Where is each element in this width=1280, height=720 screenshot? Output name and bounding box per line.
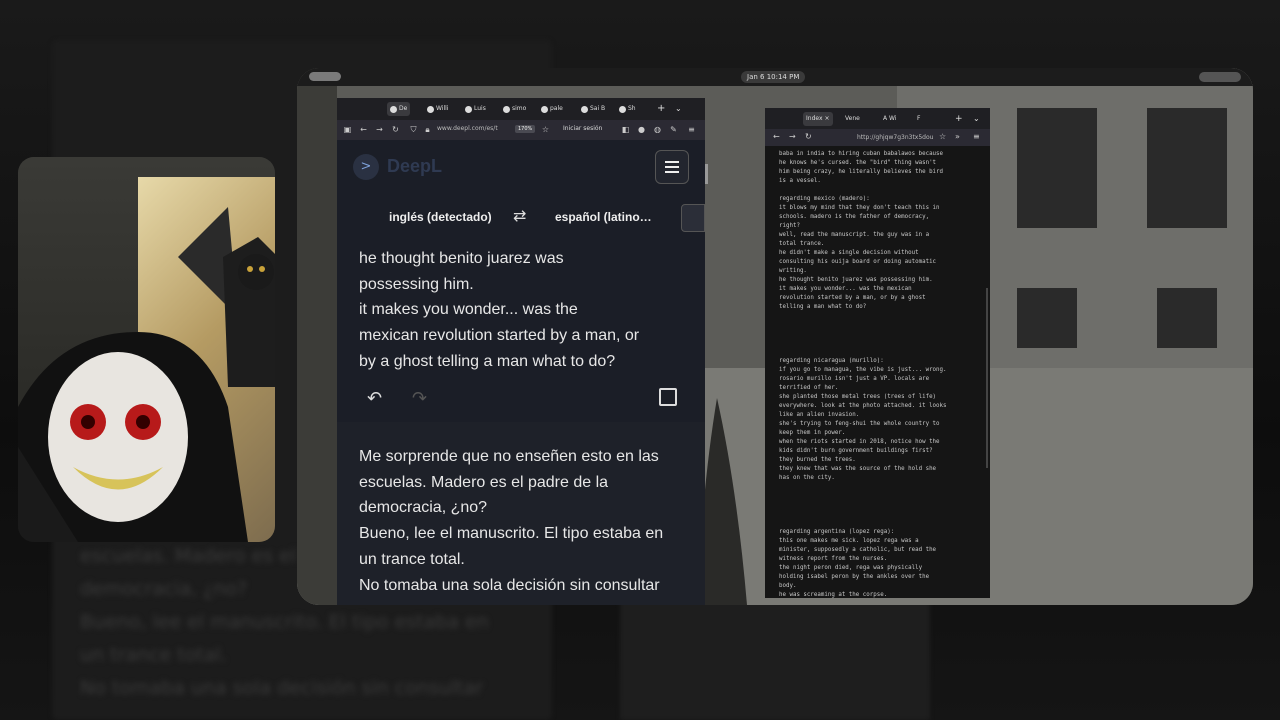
tab-sh[interactable]: Sh [619,102,636,116]
tab-deepl[interactable]: De [387,102,411,116]
tab-luis[interactable]: Luis [465,102,486,116]
scrollbar[interactable] [986,288,988,468]
deepl-header: > DeepL [337,140,705,192]
back-icon[interactable]: ← [359,125,368,134]
translation-panel: Me sorprende que no enseñen esto en las … [337,422,705,605]
source-text-input[interactable]: he thought benito juarez was possessing … [359,246,679,375]
source-text-panel: he thought benito juarez was possessing … [337,242,705,423]
source-language-select[interactable]: inglés (detectado) [389,210,492,224]
tab-favicon-icon [541,105,548,113]
zoom-level[interactable]: 170% [515,125,536,133]
redo-icon[interactable]: ↷ [412,388,427,409]
language-bar: inglés (detectado) ⇄ español (latino… [337,192,705,243]
pocket-icon[interactable]: ◧ [621,125,630,134]
tab-favicon-icon [465,105,472,113]
bookmark-star-icon[interactable]: ☆ [541,125,550,134]
tab-favicon-icon [503,105,510,113]
desktop-capture: Jan 6 10:14 PM De Willi Luis simo pale S… [297,68,1253,605]
shield-icon[interactable]: ⛉ [409,125,418,134]
tab-favicon-icon [619,105,626,113]
tab-strip: De Willi Luis simo pale Sai B Sh + ⌄ [337,98,705,120]
notes-content: baba in india to hiring cuban babalawos … [779,151,947,598]
back-icon[interactable]: ← [773,132,780,141]
extension-icon[interactable]: ✎ [669,125,678,134]
tab-vene[interactable]: Vene [845,112,860,126]
lock-icon: 🔒︎ [425,125,430,134]
url-bar: ← → ↻ http://ghjqw7g3n3tx5dou ☆ » ≡ [765,129,990,146]
new-tab-plus-icon[interactable]: + [657,102,665,116]
reload-icon[interactable]: ↻ [805,132,812,141]
forward-icon[interactable]: → [789,132,796,141]
copy-icon[interactable] [659,388,677,406]
workspace-indicator[interactable] [309,72,341,81]
system-tray[interactable] [1199,72,1241,82]
tab-sai[interactable]: Sai B [581,102,605,116]
tab-strip: Index × Vene A Wi F + ⌄ [765,108,990,129]
tab-favicon-icon [427,105,434,113]
menu-icon[interactable]: ≡ [973,132,980,141]
chevron-down-icon[interactable]: ⌄ [973,112,980,126]
forward-icon[interactable]: → [375,125,384,134]
desktop-top-bar: Jan 6 10:14 PM [297,68,1253,86]
url-text[interactable]: www.deepl.com/es/t [437,125,498,132]
tab-simo[interactable]: simo [503,102,526,116]
new-tab-plus-icon[interactable]: + [955,112,963,126]
login-button[interactable]: Iniciar sesión [563,125,602,132]
tab-a-wi[interactable]: A Wi [883,112,896,126]
target-language-select[interactable]: español (latino… [555,210,652,224]
extension-icon[interactable]: ◍ [653,125,662,134]
tab-willi[interactable]: Willi [427,102,448,116]
chevron-down-icon[interactable]: ⌄ [675,102,682,116]
sidebar-icon[interactable]: ▣ [343,125,352,134]
tab-index[interactable]: Index × [803,112,833,126]
masked-person [18,332,248,542]
tab-f[interactable]: F [917,112,920,126]
side-panel-toggle-button[interactable] [681,204,705,232]
translated-text[interactable]: Me sorprende que no enseñen esto en las … [359,444,679,598]
reload-icon[interactable]: ↻ [391,125,400,134]
hamburger-menu-button[interactable] [655,150,689,184]
tab-favicon-icon [581,105,588,113]
tab-favicon-icon [390,105,397,113]
clock[interactable]: Jan 6 10:14 PM [741,71,806,83]
deepl-browser-window: De Willi Luis simo pale Sai B Sh + ⌄ ▣ ←… [337,98,705,605]
swap-languages-icon[interactable]: ⇄ [513,206,526,225]
url-bar: ▣ ← → ↻ ⛉ 🔒︎ www.deepl.com/es/t 170% ☆ I… [337,120,705,140]
deepl-logo-text[interactable]: DeepL [387,156,442,177]
deepl-logo-icon[interactable]: > [353,154,379,180]
blurred-right-panel [620,600,930,720]
undo-icon[interactable]: ↶ [367,388,382,409]
tab-pale[interactable]: pale [541,102,563,116]
url-text[interactable]: http://ghjqw7g3n3tx5dou [857,134,933,141]
scrollbar[interactable] [705,164,708,184]
menu-icon[interactable]: ≡ [687,125,696,134]
bookmark-star-icon[interactable]: ☆ [939,132,946,141]
webcam-overlay [18,157,275,542]
overflow-icon[interactable]: » [955,132,960,141]
extension-icon[interactable]: ● [637,125,646,134]
notes-browser-window: Index × Vene A Wi F + ⌄ ← → ↻ http://ghj… [765,108,990,598]
